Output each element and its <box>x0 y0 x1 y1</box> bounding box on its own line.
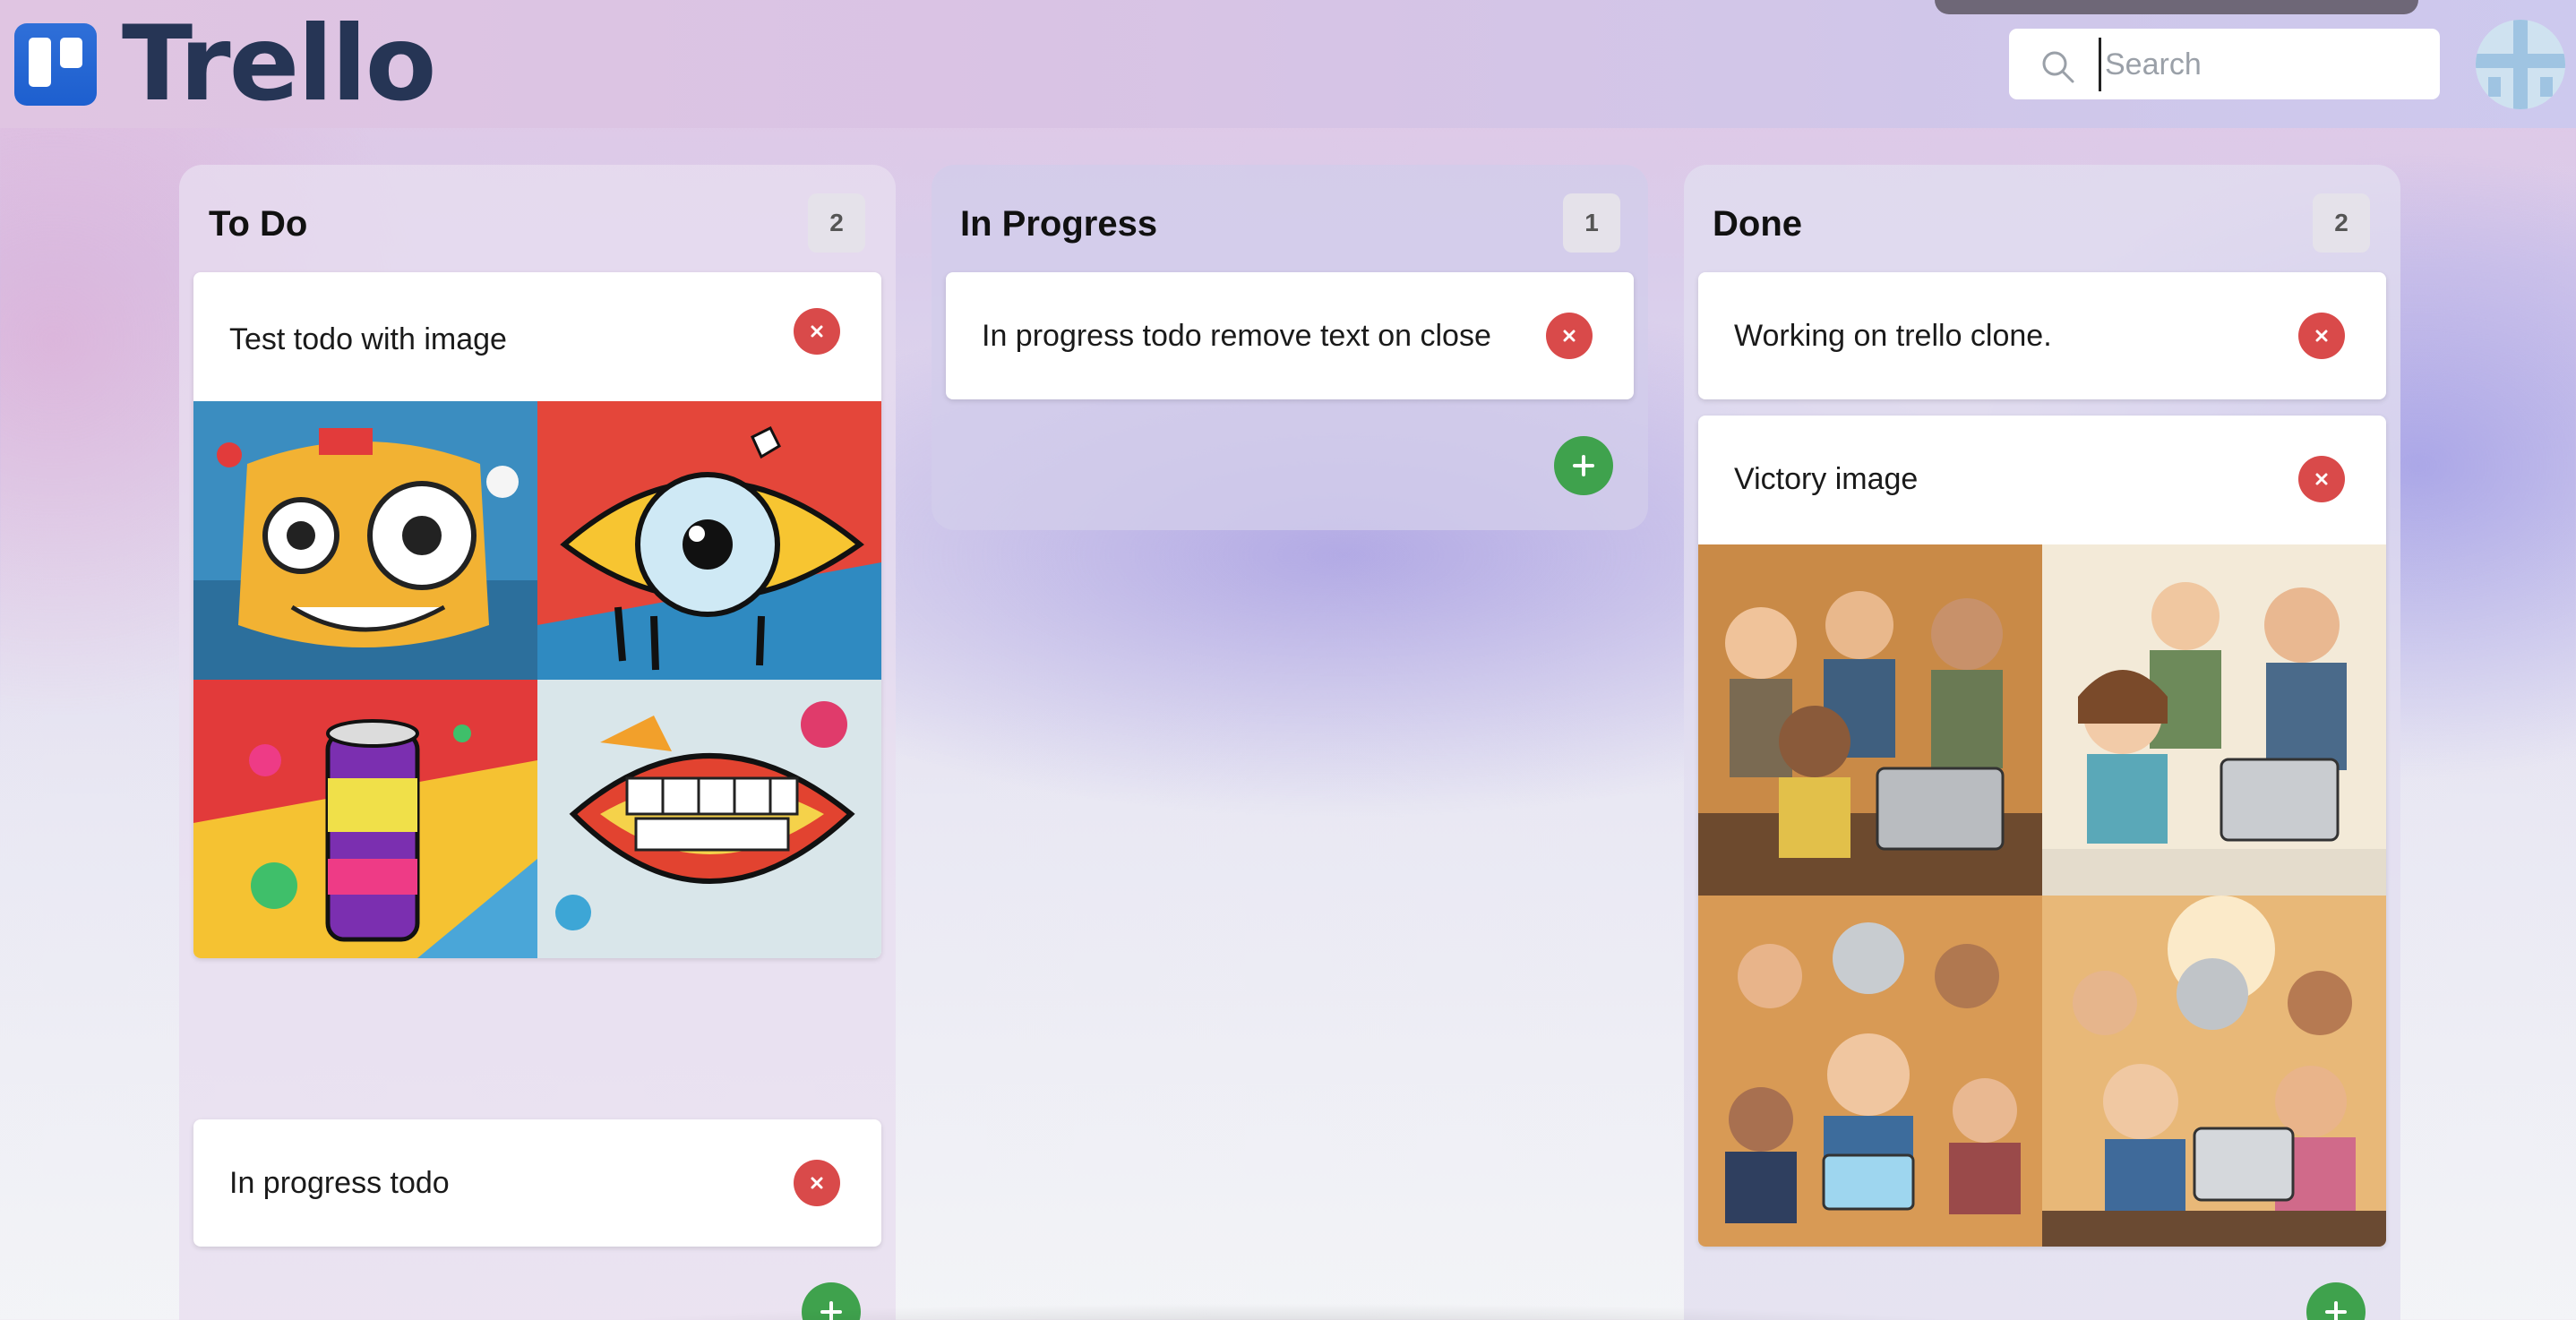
card-text: In progress todo <box>229 1166 450 1200</box>
close-icon <box>2315 473 2328 485</box>
card[interactable]: Working on trello clone. <box>1698 272 2386 399</box>
image-tile <box>193 680 537 958</box>
add-card-button[interactable] <box>2306 1282 2366 1320</box>
window-edge <box>1935 0 2418 14</box>
card-text: Working on trello clone. <box>1734 319 2052 353</box>
image-tile <box>1698 544 2042 896</box>
card-text: Victory image <box>1734 462 1919 496</box>
app-header: Trello <box>0 0 2576 128</box>
bottom-shadow <box>555 1303 2024 1320</box>
delete-card-button[interactable] <box>2298 313 2345 359</box>
column-title: Done <box>1713 204 1802 244</box>
image-tile <box>537 401 881 680</box>
card-image <box>1698 544 2386 1247</box>
column-count-badge: 2 <box>2313 193 2370 253</box>
image-tile <box>193 401 537 680</box>
close-icon <box>2315 330 2328 342</box>
column-count-badge: 1 <box>1563 193 1620 253</box>
plus-icon <box>1573 455 1594 476</box>
card-image <box>193 401 881 958</box>
delete-card-button[interactable] <box>794 308 840 355</box>
delete-card-button[interactable] <box>2298 456 2345 502</box>
plus-icon <box>2325 1301 2347 1320</box>
close-icon <box>1563 330 1576 342</box>
image-tile <box>2042 896 2386 1247</box>
app-logo[interactable]: Trello <box>14 4 436 124</box>
search-input[interactable] <box>2099 38 2421 91</box>
column-todo: To Do 2 Test todo with image In progress… <box>179 165 896 1320</box>
column-done: Done 2 Working on trello clone. Victory … <box>1684 165 2400 1320</box>
delete-card-button[interactable] <box>1546 313 1593 359</box>
image-tile <box>537 680 881 958</box>
image-tile <box>1698 896 2042 1247</box>
add-card-button[interactable] <box>1554 436 1613 495</box>
card-text: In progress todo remove text on close <box>982 319 1491 353</box>
image-tile <box>2042 544 2386 896</box>
close-icon <box>811 325 823 338</box>
close-icon <box>811 1177 823 1189</box>
card[interactable]: Test todo with image <box>193 272 881 958</box>
search-box[interactable] <box>2009 29 2440 99</box>
delete-card-button[interactable] <box>794 1160 840 1206</box>
card[interactable]: In progress todo <box>193 1119 881 1247</box>
column-count-badge: 2 <box>808 193 865 253</box>
search-icon <box>2042 51 2074 83</box>
card-text: Test todo with image <box>229 322 507 356</box>
column-in-progress: In Progress 1 In progress todo remove te… <box>932 165 1648 530</box>
card[interactable]: In progress todo remove text on close <box>946 272 1634 399</box>
column-title: In Progress <box>960 204 1158 244</box>
avatar-pattern-icon <box>2476 20 2565 109</box>
app-name: Trello <box>122 4 436 124</box>
column-title: To Do <box>209 204 308 244</box>
trello-logo-icon <box>14 23 97 106</box>
card[interactable]: Victory image <box>1698 416 2386 1247</box>
avatar[interactable] <box>2476 20 2565 109</box>
